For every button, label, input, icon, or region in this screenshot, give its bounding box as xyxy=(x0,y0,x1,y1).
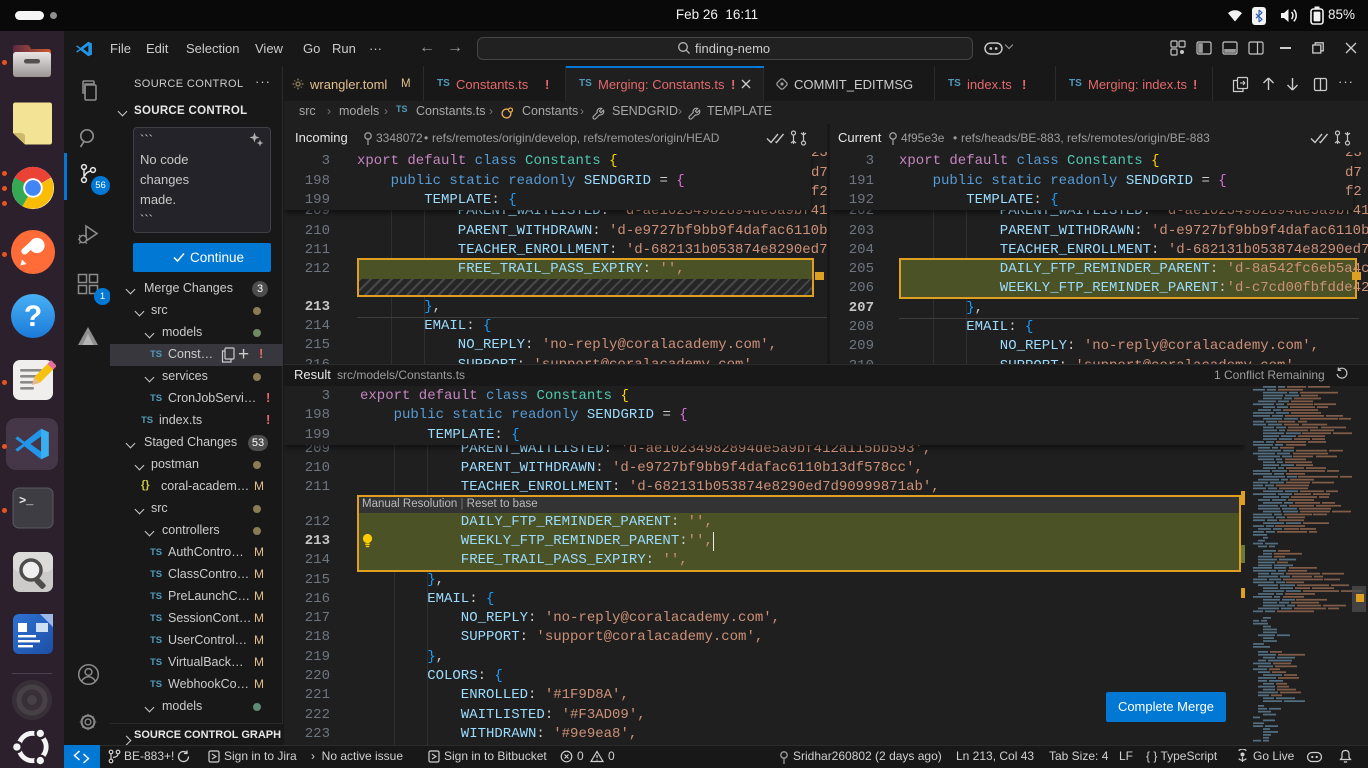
svg-text:>_: >_ xyxy=(19,494,34,508)
svg-text:?: ? xyxy=(24,300,42,333)
